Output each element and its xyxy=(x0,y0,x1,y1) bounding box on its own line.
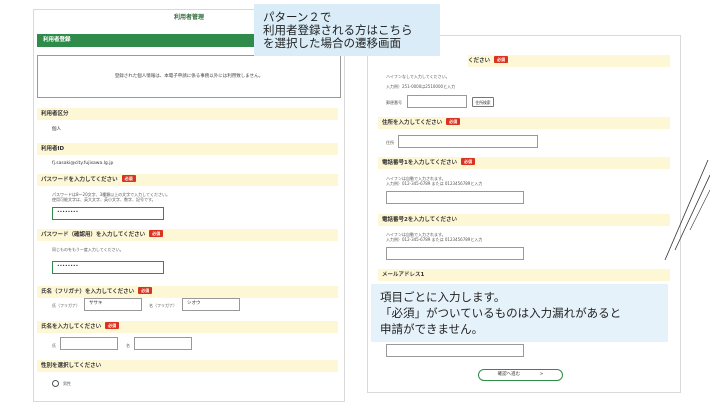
phone1-heading: 電話番号1を入力してください 必須 xyxy=(378,157,670,169)
phone1-hint-2: 入力例）012-345-6789 または 0123456789と入力 xyxy=(386,181,483,186)
required-badge: 必須 xyxy=(138,287,153,294)
password-heading: パスワードを入力してください 必須 xyxy=(37,174,338,186)
email1-heading: メールアドレス1 xyxy=(378,269,670,281)
gender-heading: 性別を選択してください xyxy=(37,360,338,372)
name-kana-heading: 氏名（フリガナ）を入力してください 必須 xyxy=(37,286,338,298)
callout-line-2: 「必須」がついているものは入力漏れがあると xyxy=(380,306,622,320)
page-curl-lines xyxy=(664,159,710,261)
phone2-input[interactable] xyxy=(386,247,524,260)
required-badge: 必須 xyxy=(461,158,475,165)
privacy-notice: 登録された個人情報は、本電子申請に係る事務以外には利用致しません。 xyxy=(37,55,341,98)
required-badge: 必須 xyxy=(121,175,136,182)
user-type-heading: 利用者区分 xyxy=(37,108,338,120)
confirm-button-label: 確認へ進む xyxy=(497,372,521,377)
password-confirm-label: パスワード（確認用）を入力してください xyxy=(41,232,146,238)
callout-line-3: 申請ができません。 xyxy=(380,322,484,336)
user-registration-form-page: 利用者管理 利用者登録 登録された個人情報は、本電子申請に係る事務以外には利用致… xyxy=(33,9,345,402)
required-badge: 必須 xyxy=(149,230,164,237)
required-badge: 必須 xyxy=(446,118,461,125)
last-name-label: 氏 xyxy=(52,343,56,348)
password-confirm-input[interactable]: •••••••• xyxy=(52,261,164,274)
address-heading: 住所を入力してください 必須 xyxy=(378,117,670,129)
address-search-button[interactable]: 住所検索 xyxy=(472,97,494,107)
required-badge: 必須 xyxy=(494,56,509,63)
postal-label: ください xyxy=(468,58,491,64)
gender-male-label: 男性 xyxy=(63,381,71,386)
callout-line-1: 項目ごとに入力します。 xyxy=(380,290,506,304)
last-name-kana-input[interactable]: ササキ xyxy=(84,298,142,311)
password-label: パスワードを入力してください xyxy=(41,177,118,183)
phone2-hint-2: 入力例）012-345-6789 または 0123456789と入力 xyxy=(386,237,483,242)
phone1-label: 電話番号1を入力してください xyxy=(382,160,457,166)
first-name-input[interactable] xyxy=(134,337,192,350)
last-name-kana-label: 氏（フリガナ） xyxy=(52,303,80,308)
required-badge: 必須 xyxy=(105,322,120,329)
name-kana-label: 氏名（フリガナ）を入力してください xyxy=(41,289,135,295)
last-name-input[interactable] xyxy=(60,337,118,350)
confirm-button[interactable]: 確認へ進む > xyxy=(478,369,563,381)
postal-hint-1: ハイフンなしで入力してください。 xyxy=(386,74,450,79)
user-id-value: fj.sasaki@city.fujisawa.lg.jp xyxy=(52,161,114,166)
name-label: 氏名を入力してください xyxy=(41,324,102,330)
email-confirm-input[interactable] xyxy=(386,344,524,357)
first-name-kana-input[interactable]: シオウ xyxy=(182,298,240,311)
input-instruction-callout: 項目ごとに入力します。 「必須」がついているものは入力漏れがあると 申請ができま… xyxy=(371,284,668,342)
form-header: 利用者登録 xyxy=(37,34,269,47)
address-label: 住所を入力してください xyxy=(382,120,443,126)
postal-code-input[interactable] xyxy=(407,95,467,108)
callout-line-3: を選択した場合の遷移画面 xyxy=(263,36,401,50)
first-name-label: 名 xyxy=(126,343,130,348)
phone2-heading: 電話番号2を入力してください xyxy=(378,214,670,226)
transition-explanation-callout: パターン２で 利用者登録される方はこちら を選択した場合の遷移画面 xyxy=(254,4,440,56)
postal-hint-2: 入力例）251-0000は2510000と入力 xyxy=(386,84,456,89)
password-confirm-heading: パスワード（確認用）を入力してください 必須 xyxy=(37,229,338,241)
password-hint-2: 使用可能文字は、英大文字、英小文字、数字、記号です。 xyxy=(52,197,156,202)
gender-male-radio[interactable] xyxy=(52,380,59,387)
user-id-heading: 利用者ID xyxy=(37,143,338,155)
password-confirm-hint: 同じものをもう一度入力してください。 xyxy=(52,247,124,252)
user-type-value: 個人 xyxy=(52,127,61,132)
chevron-right-icon: > xyxy=(539,372,544,377)
postal-field-label: 郵便番号 xyxy=(386,100,402,105)
address-input[interactable] xyxy=(398,135,538,148)
name-heading: 氏名を入力してください 必須 xyxy=(37,321,338,333)
phone1-input[interactable] xyxy=(386,191,524,204)
first-name-kana-label: 名（フリガナ） xyxy=(149,303,177,308)
password-input[interactable]: •••••••• xyxy=(52,207,164,220)
postal-heading: ください 必須 xyxy=(468,55,670,67)
address-field-label: 住所 xyxy=(386,140,394,145)
